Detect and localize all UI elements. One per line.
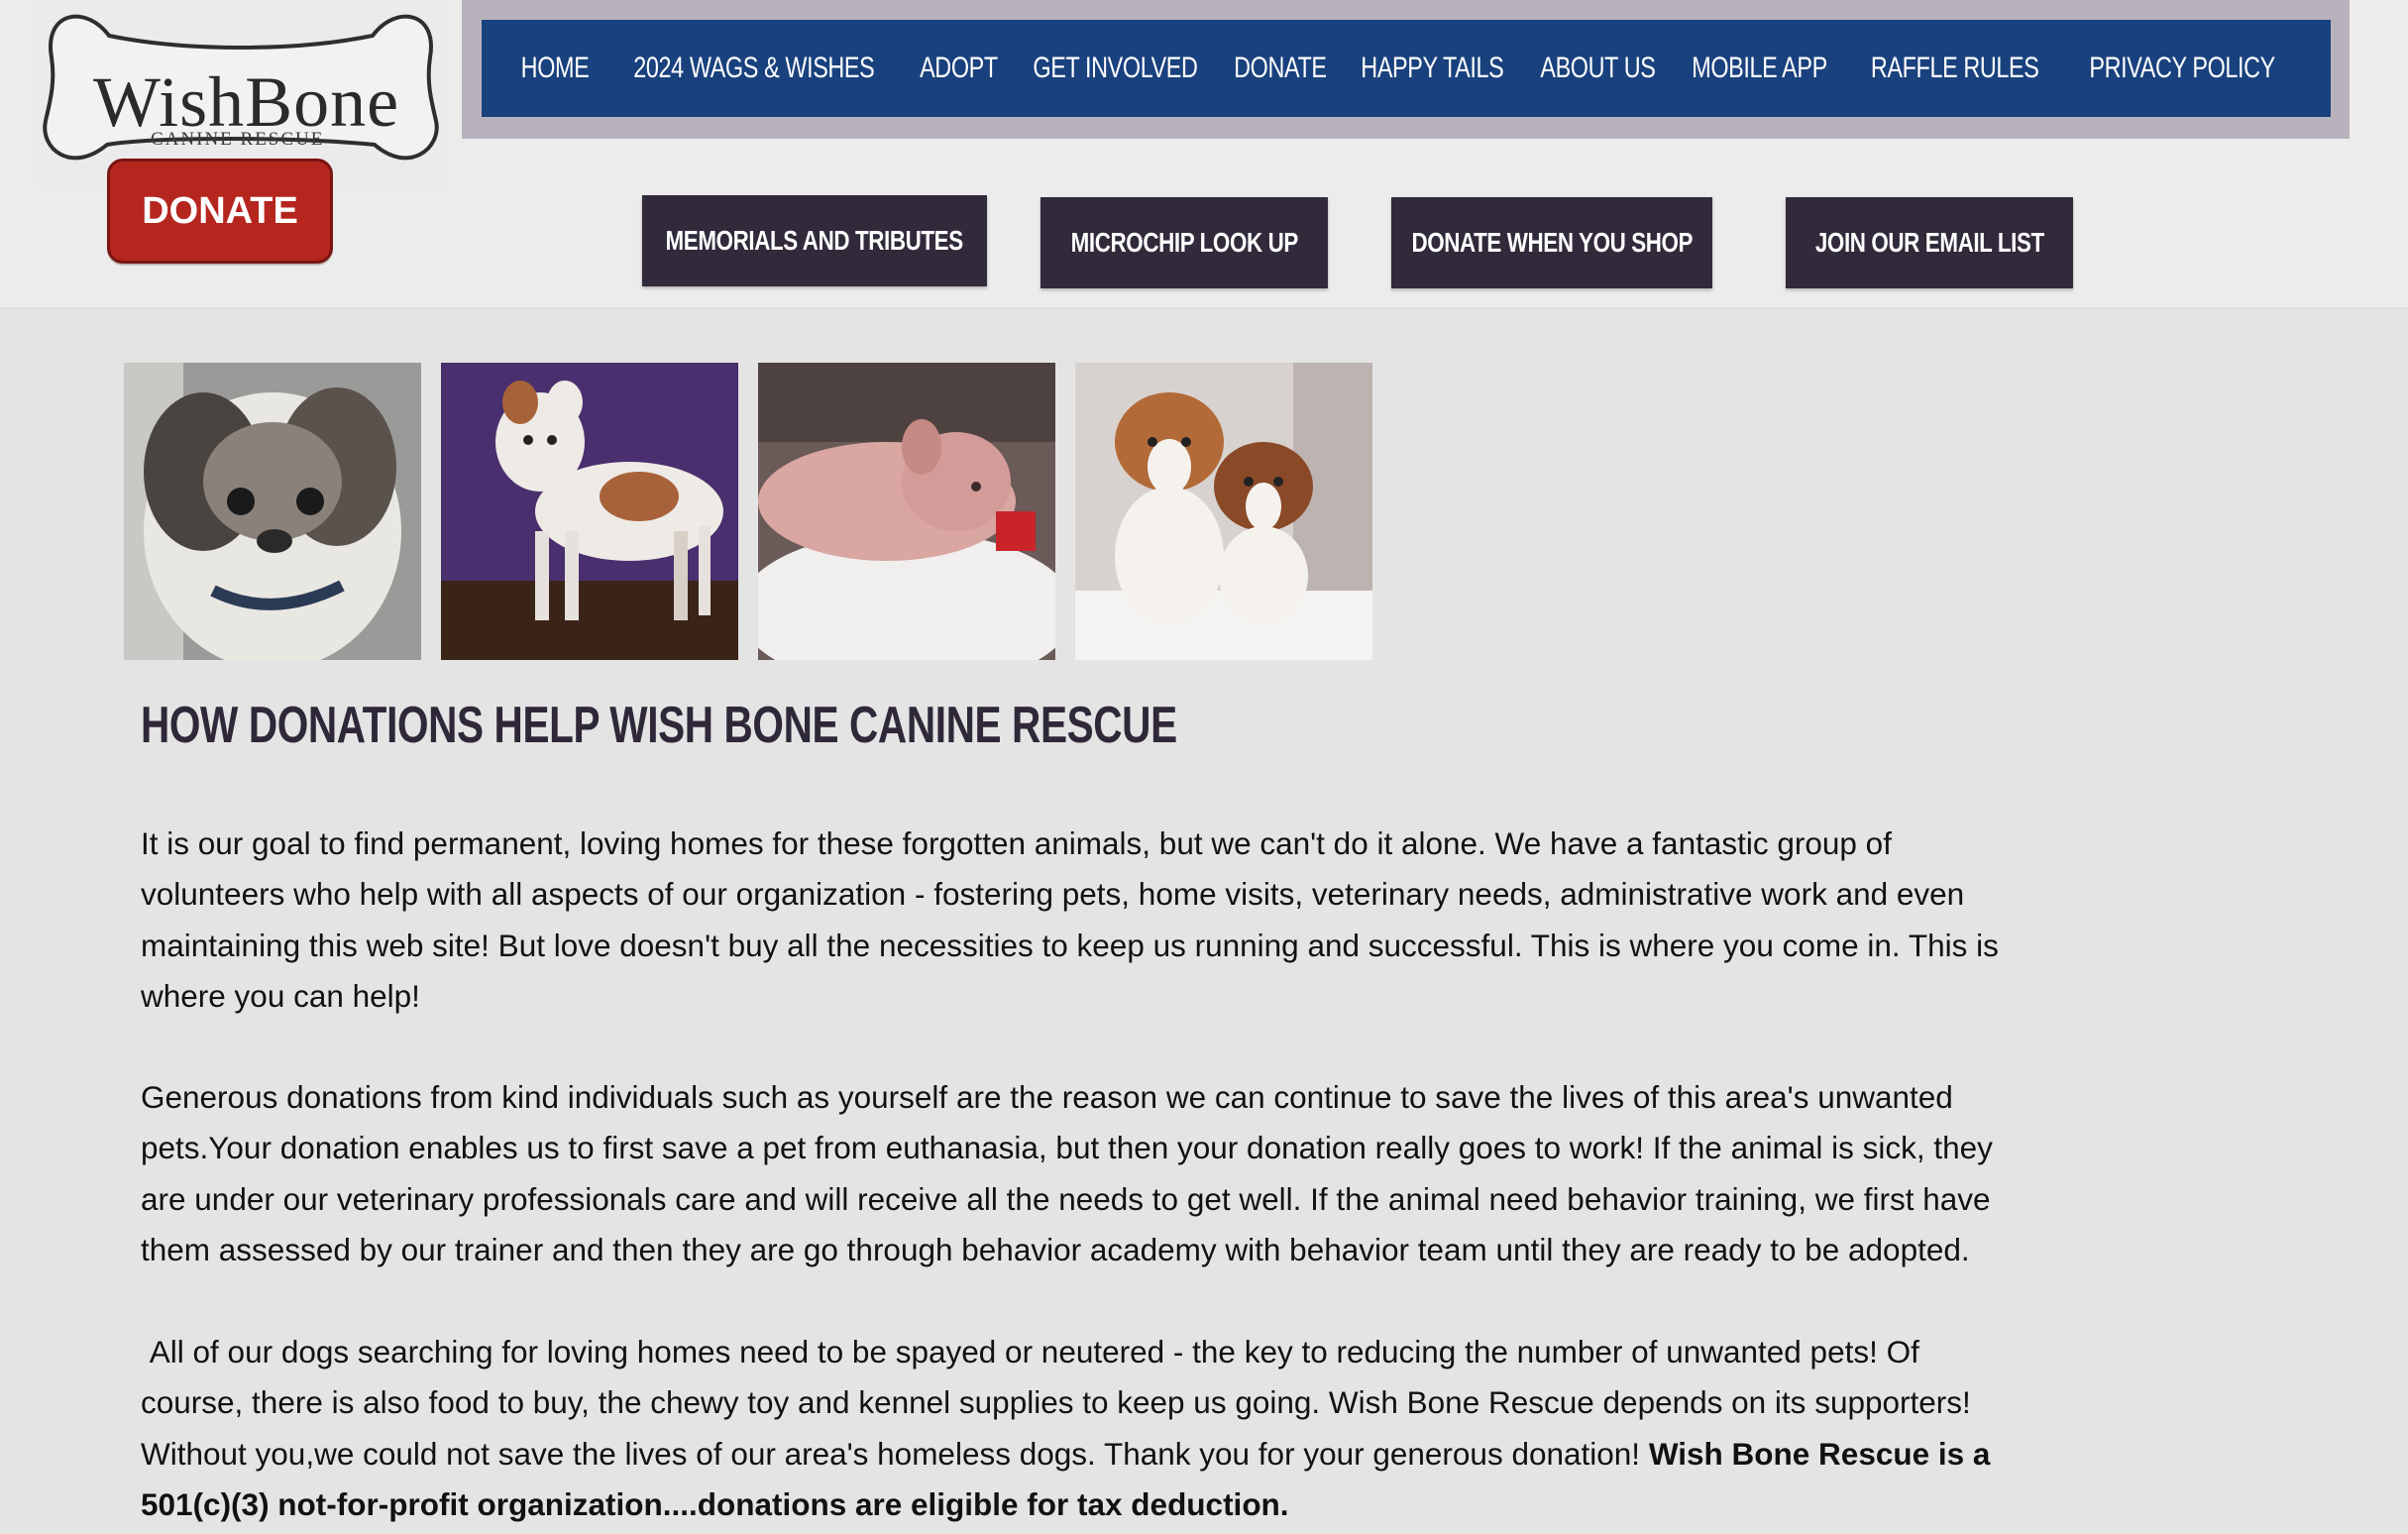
nav-item-about-us[interactable]: ABOUT US	[1541, 52, 1656, 85]
site-header: WishBone CANINE RESCUE DONATE HOME 2024 …	[0, 0, 2408, 309]
nav-item-privacy-policy[interactable]: PRIVACY POLICY	[2089, 52, 2275, 85]
join-email-list-button[interactable]: JOIN OUR EMAIL LIST	[1786, 197, 2073, 288]
paragraph-goal-text: It is our goal to find permanent, loving…	[141, 825, 1999, 1014]
donate-when-you-shop-label: DONATE WHEN YOU SHOP	[1411, 227, 1693, 258]
nav-item-wags-wishes[interactable]: 2024 WAGS & WISHES	[633, 52, 874, 85]
microchip-lookup-button[interactable]: MICROCHIP LOOK UP	[1040, 197, 1328, 288]
memorials-tributes-button[interactable]: MEMORIALS AND TRIBUTES	[642, 195, 987, 286]
donate-button[interactable]: DONATE	[107, 159, 333, 264]
paragraph-spay-neuter-text: All of our dogs searching for loving hom…	[141, 1327, 2024, 1530]
nav-item-donate[interactable]: DONATE	[1235, 52, 1328, 85]
paragraph-donations-text: Generous donations from kind individuals…	[141, 1079, 1993, 1267]
two-puppies-photo	[1075, 363, 1372, 660]
nav-item-adopt[interactable]: ADOPT	[920, 52, 998, 85]
paragraph-spay-neuter: All of our dogs searching for loving hom…	[141, 1327, 2024, 1530]
shih-tzu-photo	[124, 363, 421, 660]
nav-item-home[interactable]: HOME	[521, 52, 590, 85]
paragraph-donations: Generous donations from kind individuals…	[141, 1072, 2024, 1275]
donate-when-you-shop-button[interactable]: DONATE WHEN YOU SHOP	[1391, 197, 1712, 288]
nav-item-raffle-rules[interactable]: RAFFLE RULES	[1870, 52, 2038, 85]
page-heading: HOW DONATIONS HELP WISH BONE CANINE RESC…	[141, 697, 1177, 754]
nav-item-get-involved[interactable]: GET INVOLVED	[1033, 52, 1197, 85]
main-nav: HOME 2024 WAGS & WISHES ADOPT GET INVOLV…	[482, 20, 2331, 117]
logo-subtitle: CANINE RESCUE	[151, 129, 325, 150]
pit-bull-photo	[441, 363, 738, 660]
nav-item-happy-tails[interactable]: HAPPY TAILS	[1361, 52, 1503, 85]
memorials-tributes-label: MEMORIALS AND TRIBUTES	[665, 225, 964, 256]
nav-item-mobile-app[interactable]: MOBILE APP	[1692, 52, 1827, 85]
paragraph-goal: It is our goal to find permanent, loving…	[141, 819, 2024, 1022]
microchip-lookup-label: MICROCHIP LOOK UP	[1070, 227, 1298, 258]
join-email-list-label: JOIN OUR EMAIL LIST	[1814, 227, 2044, 258]
hairless-puppy-photo	[758, 363, 1055, 660]
